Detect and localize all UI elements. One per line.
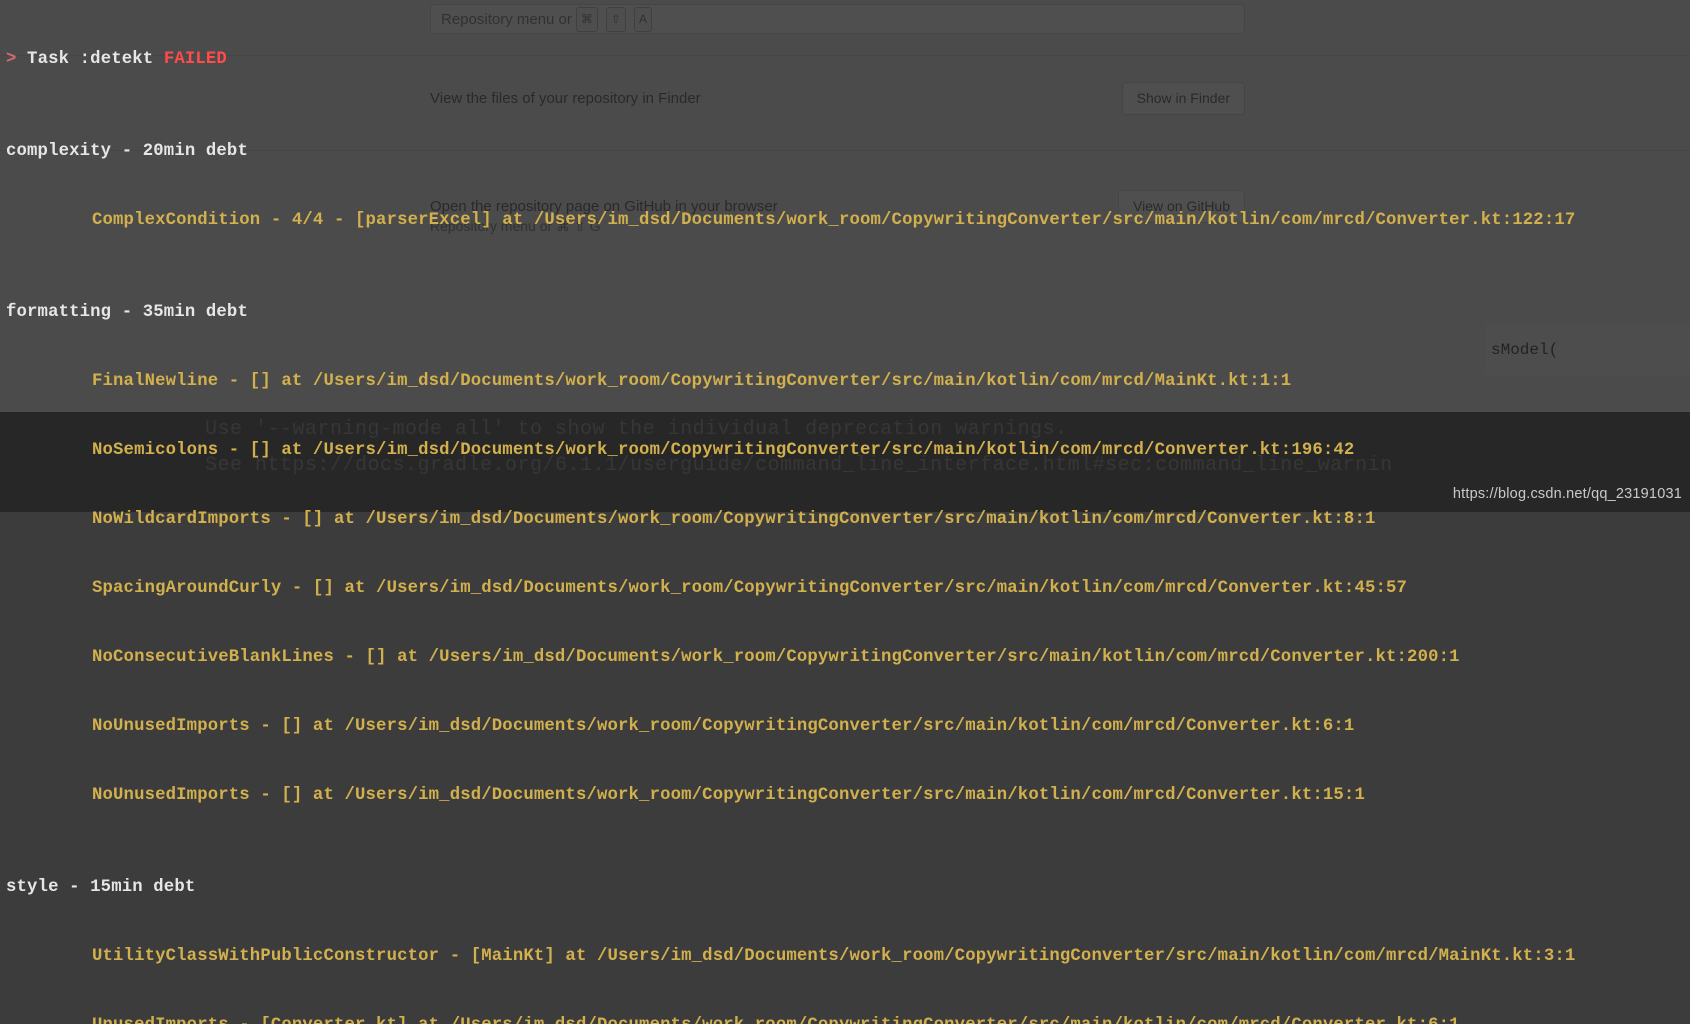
build-console-output[interactable]: > Task :detekt FAILED complexity - 20min… [0,0,1690,512]
task-line: > Task :detekt FAILED [0,48,1690,71]
rule-line: NoSemicolons - [] at /Users/im_dsd/Docum… [0,439,1690,462]
section-formatting-header: formatting - 35min debt [0,301,1690,324]
rule-line: ComplexCondition - 4/4 - [parserExcel] a… [0,209,1690,232]
section-complexity-header: complexity - 20min debt [0,140,1690,163]
rule-line: FinalNewline - [] at /Users/im_dsd/Docum… [0,370,1690,393]
rule-line: SpacingAroundCurly - [] at /Users/im_dsd… [0,577,1690,600]
watermark: https://blog.csdn.net/qq_23191031 [1453,483,1682,506]
section-style-header: style - 15min debt [0,876,1690,899]
task-status: FAILED [153,50,227,69]
rule-line: NoUnusedImports - [] at /Users/im_dsd/Do… [0,784,1690,807]
rule-line: UnusedImports - [Converter.kt] at /Users… [0,1014,1690,1024]
rule-line: NoConsecutiveBlankLines - [] at /Users/i… [0,646,1690,669]
rule-line: NoUnusedImports - [] at /Users/im_dsd/Do… [0,715,1690,738]
prompt-icon: > [6,50,27,69]
rule-line: NoWildcardImports - [] at /Users/im_dsd/… [0,508,1690,531]
rule-line: UtilityClassWithPublicConstructor - [Mai… [0,945,1690,968]
task-name: Task :detekt [27,50,153,69]
